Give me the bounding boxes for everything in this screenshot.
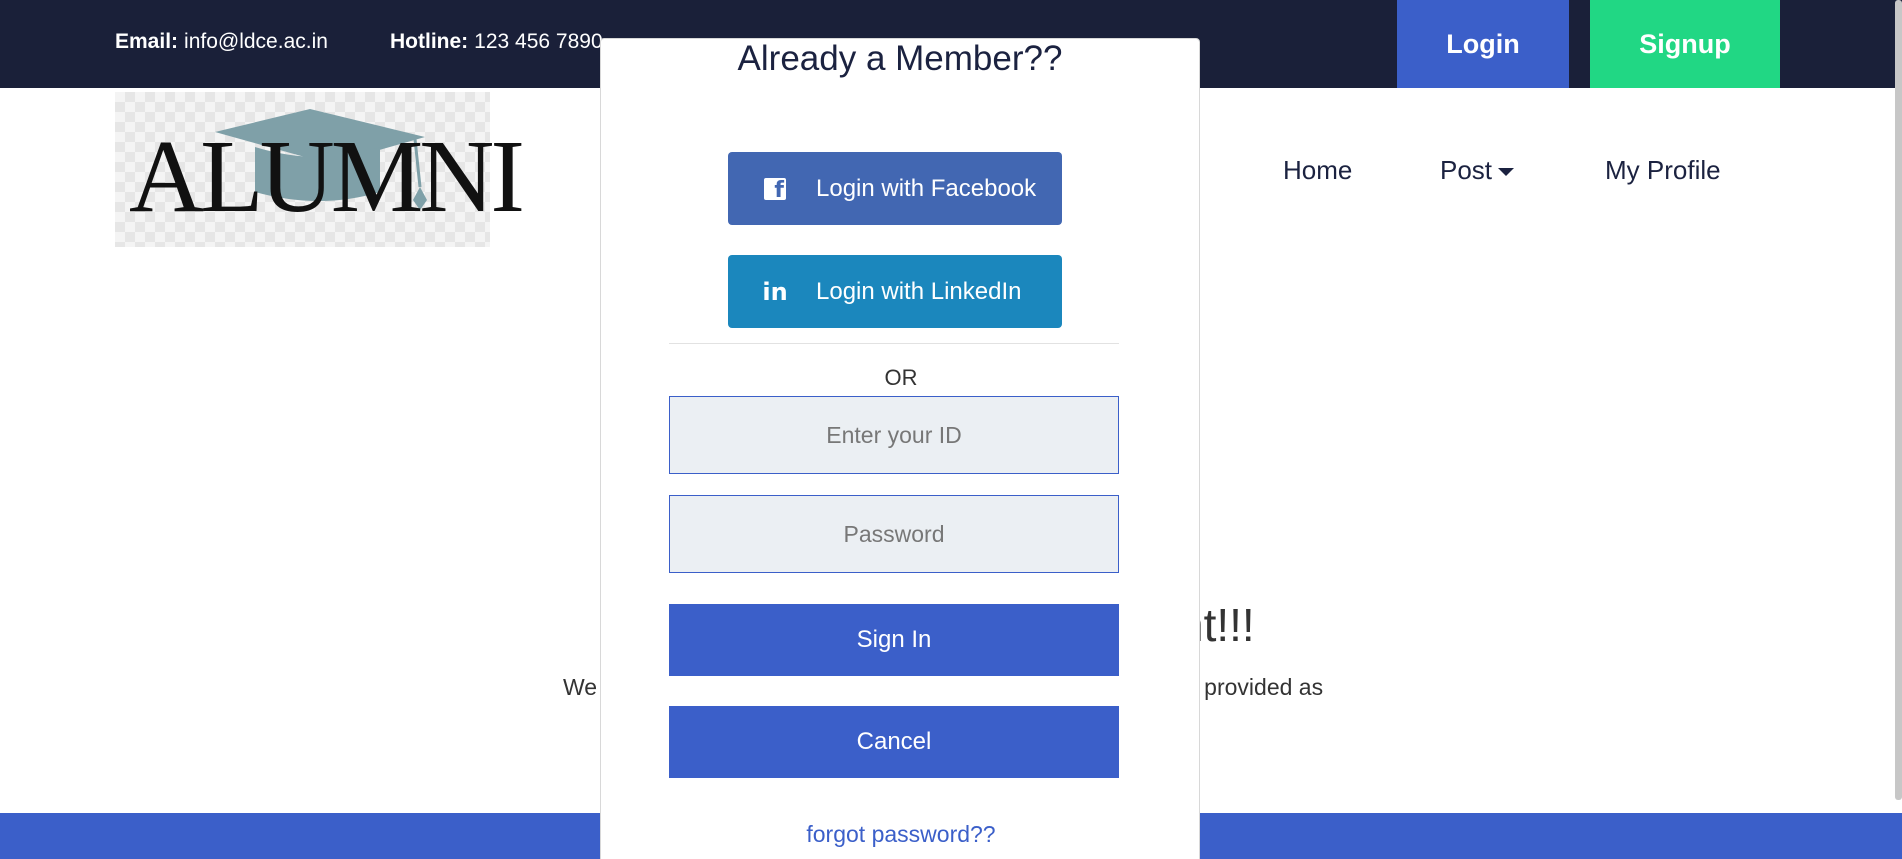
background-text-left: We xyxy=(563,674,598,700)
contact-hotline: Hotline: 123 456 7890 xyxy=(390,30,603,54)
email-value[interactable]: info@ldce.ac.in xyxy=(184,30,328,53)
nav-post[interactable]: Post xyxy=(1440,155,1515,186)
logo-text: ALUMNI xyxy=(129,119,525,234)
modal-title: Already a Member?? xyxy=(737,39,1063,78)
id-input[interactable] xyxy=(669,396,1119,474)
linkedin-icon: in xyxy=(762,277,788,306)
page-scrollbar[interactable] xyxy=(1895,0,1902,800)
facebook-label: Login with Facebook xyxy=(816,174,1037,202)
facebook-icon: f xyxy=(758,177,792,203)
signup-button[interactable]: Signup xyxy=(1590,0,1780,88)
login-button[interactable]: Login xyxy=(1397,0,1569,88)
login-modal: Already a Member?? f Login with Facebook… xyxy=(600,38,1200,859)
login-facebook-button[interactable]: f Login with Facebook xyxy=(728,152,1062,225)
contact-email: Email: info@ldce.ac.in xyxy=(115,30,328,54)
login-linkedin-button[interactable]: in Login with LinkedIn xyxy=(728,255,1062,328)
hotline-value: 123 456 7890 xyxy=(474,30,603,53)
cancel-button[interactable]: Cancel xyxy=(669,706,1119,778)
password-input[interactable] xyxy=(669,495,1119,573)
nav-home[interactable]: Home xyxy=(1283,155,1352,186)
nav-my-profile[interactable]: My Profile xyxy=(1605,155,1721,186)
background-text-right: n provided as xyxy=(1185,674,1324,700)
forgot-password-link[interactable]: forgot password?? xyxy=(601,821,1201,848)
sign-in-button[interactable]: Sign In xyxy=(669,604,1119,676)
email-label: Email: xyxy=(115,30,179,53)
or-separator: OR xyxy=(884,365,918,390)
hotline-label: Hotline: xyxy=(390,30,469,53)
caret-down-icon xyxy=(1498,168,1515,177)
divider xyxy=(669,343,1119,344)
linkedin-label: Login with LinkedIn xyxy=(816,277,1022,305)
nav-post-label: Post xyxy=(1440,155,1493,185)
alumni-logo[interactable]: ALUMNI xyxy=(115,92,525,247)
